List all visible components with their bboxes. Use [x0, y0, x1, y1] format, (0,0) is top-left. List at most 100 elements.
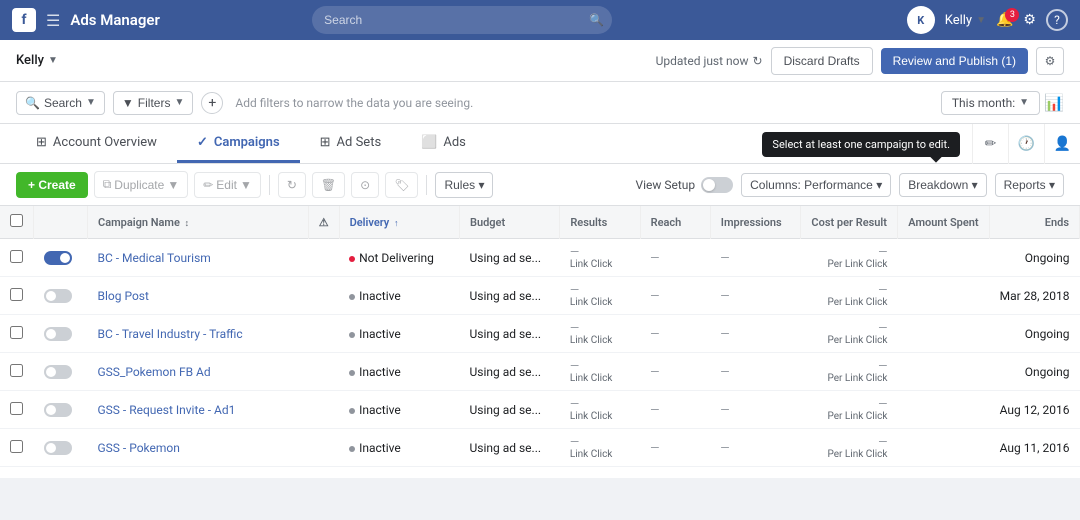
tab-campaigns[interactable]: ✓ Campaigns: [177, 124, 300, 163]
notifications-icon[interactable]: 🔔 3: [996, 12, 1013, 28]
view-setup-toggle[interactable]: [701, 177, 733, 193]
help-icon[interactable]: ?: [1046, 9, 1068, 31]
row-checkbox-cell[interactable]: [0, 391, 34, 429]
refresh-tool-button[interactable]: ↻: [278, 172, 306, 198]
columns-button[interactable]: Columns: Performance ▾: [741, 173, 891, 197]
account-selector[interactable]: Kelly ▼: [16, 53, 58, 68]
tab-ad-sets[interactable]: ⊞ Ad Sets: [300, 124, 402, 163]
person-icon[interactable]: 👤: [1044, 124, 1080, 164]
row-budget-cell: Using ad se...: [459, 277, 559, 315]
row-warning-cell: [308, 467, 339, 479]
pencil-icon[interactable]: ✏: [972, 124, 1008, 164]
row-checkbox[interactable]: [10, 326, 23, 339]
row-toggle-cell[interactable]: [34, 353, 88, 391]
row-checkbox-cell[interactable]: [0, 353, 34, 391]
results-value: —: [570, 321, 630, 335]
row-checkbox[interactable]: [10, 402, 23, 415]
campaign-name-link[interactable]: GSS - Request Invite - Ad1: [98, 403, 236, 417]
header-delivery[interactable]: Delivery ↑: [339, 206, 459, 239]
date-range-selector[interactable]: This month: ▼: [941, 91, 1040, 115]
row-impressions-cell: —: [710, 353, 800, 391]
row-toggle-cell[interactable]: [34, 391, 88, 429]
tab-account-overview[interactable]: ⊞ Account Overview: [16, 124, 177, 163]
row-toggle-cell[interactable]: [34, 429, 88, 467]
discard-drafts-button[interactable]: Discard Drafts: [771, 47, 873, 75]
results-sub: Link Click: [570, 449, 630, 460]
edit-button[interactable]: ✏ Edit ▼: [194, 172, 261, 198]
row-delivery-cell: Inactive: [339, 277, 459, 315]
avatar[interactable]: K: [907, 6, 935, 34]
create-button[interactable]: + Create: [16, 172, 88, 198]
search-icon[interactable]: 🔍: [589, 13, 604, 27]
header-impressions[interactable]: Impressions: [710, 206, 800, 239]
campaign-name-link[interactable]: Blog Post: [98, 289, 149, 303]
duplicate-button[interactable]: ⧉ Duplicate ▼: [94, 171, 189, 198]
row-checkbox[interactable]: [10, 250, 23, 263]
row-ends-cell: Ongoing: [989, 467, 1079, 479]
updated-text: Updated just now ↻: [656, 54, 763, 68]
reports-button[interactable]: Reports ▾: [995, 173, 1064, 197]
results-value: —: [570, 397, 630, 411]
search-filter-chevron: ▼: [86, 97, 96, 108]
tag-button[interactable]: 🏷: [385, 172, 418, 198]
settings-icon[interactable]: ⚙: [1023, 12, 1036, 28]
tab-ads[interactable]: ⬜ Ads: [401, 124, 486, 163]
row-impressions-cell: —: [710, 391, 800, 429]
campaign-toggle[interactable]: [44, 441, 72, 455]
select-all-checkbox[interactable]: [10, 214, 23, 227]
bar-chart-icon[interactable]: 📊: [1044, 93, 1064, 112]
results-value: —: [570, 245, 630, 259]
account-settings-icon[interactable]: ⚙: [1036, 47, 1064, 75]
row-checkbox-cell[interactable]: [0, 239, 34, 277]
rules-button[interactable]: Rules ▾: [435, 172, 493, 198]
campaign-toggle[interactable]: [44, 327, 72, 341]
refresh-icon[interactable]: ↻: [753, 54, 763, 68]
campaign-toggle[interactable]: [44, 365, 72, 379]
row-toggle-cell[interactable]: [34, 467, 88, 479]
filters-button[interactable]: ▼ Filters ▼: [113, 91, 193, 115]
nav-user[interactable]: Kelly ▼: [945, 13, 986, 28]
row-checkbox[interactable]: [10, 288, 23, 301]
campaign-name-link[interactable]: BC - Travel Industry - Traffic: [98, 327, 243, 341]
row-checkbox-cell[interactable]: [0, 277, 34, 315]
add-filter-button[interactable]: +: [201, 92, 223, 114]
header-reach[interactable]: Reach: [640, 206, 710, 239]
results-value: —: [570, 435, 630, 449]
row-checkbox[interactable]: [10, 478, 23, 479]
header-checkbox[interactable]: [0, 206, 34, 239]
results-value: —: [570, 473, 630, 478]
row-checkbox[interactable]: [10, 440, 23, 453]
breakdown-button[interactable]: Breakdown ▾: [899, 173, 986, 197]
header-ends[interactable]: Ends: [989, 206, 1079, 239]
campaign-toggle[interactable]: [44, 289, 72, 303]
header-results[interactable]: Results: [560, 206, 640, 239]
review-publish-button[interactable]: Review and Publish (1): [881, 48, 1028, 74]
campaign-name-link[interactable]: BC - Medical Tourism: [98, 251, 211, 265]
row-checkbox-cell[interactable]: [0, 467, 34, 479]
row-ends-cell: Ongoing: [989, 353, 1079, 391]
row-checkbox-cell[interactable]: [0, 429, 34, 467]
search-input[interactable]: [312, 6, 612, 34]
row-toggle-cell[interactable]: [34, 277, 88, 315]
history-button[interactable]: ⊙: [351, 172, 379, 198]
search-filter-button[interactable]: 🔍 Search ▼: [16, 91, 105, 115]
header-amount-spent[interactable]: Amount Spent: [897, 206, 989, 239]
toolbar: + Create ⧉ Duplicate ▼ ✏ Edit ▼ ↻ 🗑 ⊙ 🏷 …: [0, 164, 1080, 206]
row-toggle-cell[interactable]: [34, 239, 88, 277]
campaign-toggle[interactable]: [44, 251, 72, 265]
header-campaign-name[interactable]: Campaign Name ↕: [88, 206, 309, 239]
row-checkbox-cell[interactable]: [0, 315, 34, 353]
row-toggle-cell[interactable]: [34, 315, 88, 353]
clock-icon[interactable]: 🕐: [1008, 124, 1044, 164]
delete-button[interactable]: 🗑: [312, 172, 345, 198]
campaign-toggle[interactable]: [44, 403, 72, 417]
menu-icon[interactable]: ☰: [46, 11, 60, 30]
campaign-name-link[interactable]: GSS_Pokemon FB Ad: [98, 365, 211, 379]
row-checkbox[interactable]: [10, 364, 23, 377]
results-sub: Link Click: [570, 259, 630, 270]
campaign-name-link[interactable]: GSS - Pokemon: [98, 441, 180, 455]
row-cost-cell: — Per Link Click: [801, 353, 898, 391]
row-ends-cell: Aug 12, 2016: [989, 391, 1079, 429]
header-budget[interactable]: Budget: [459, 206, 559, 239]
header-cost[interactable]: Cost per Result: [801, 206, 898, 239]
